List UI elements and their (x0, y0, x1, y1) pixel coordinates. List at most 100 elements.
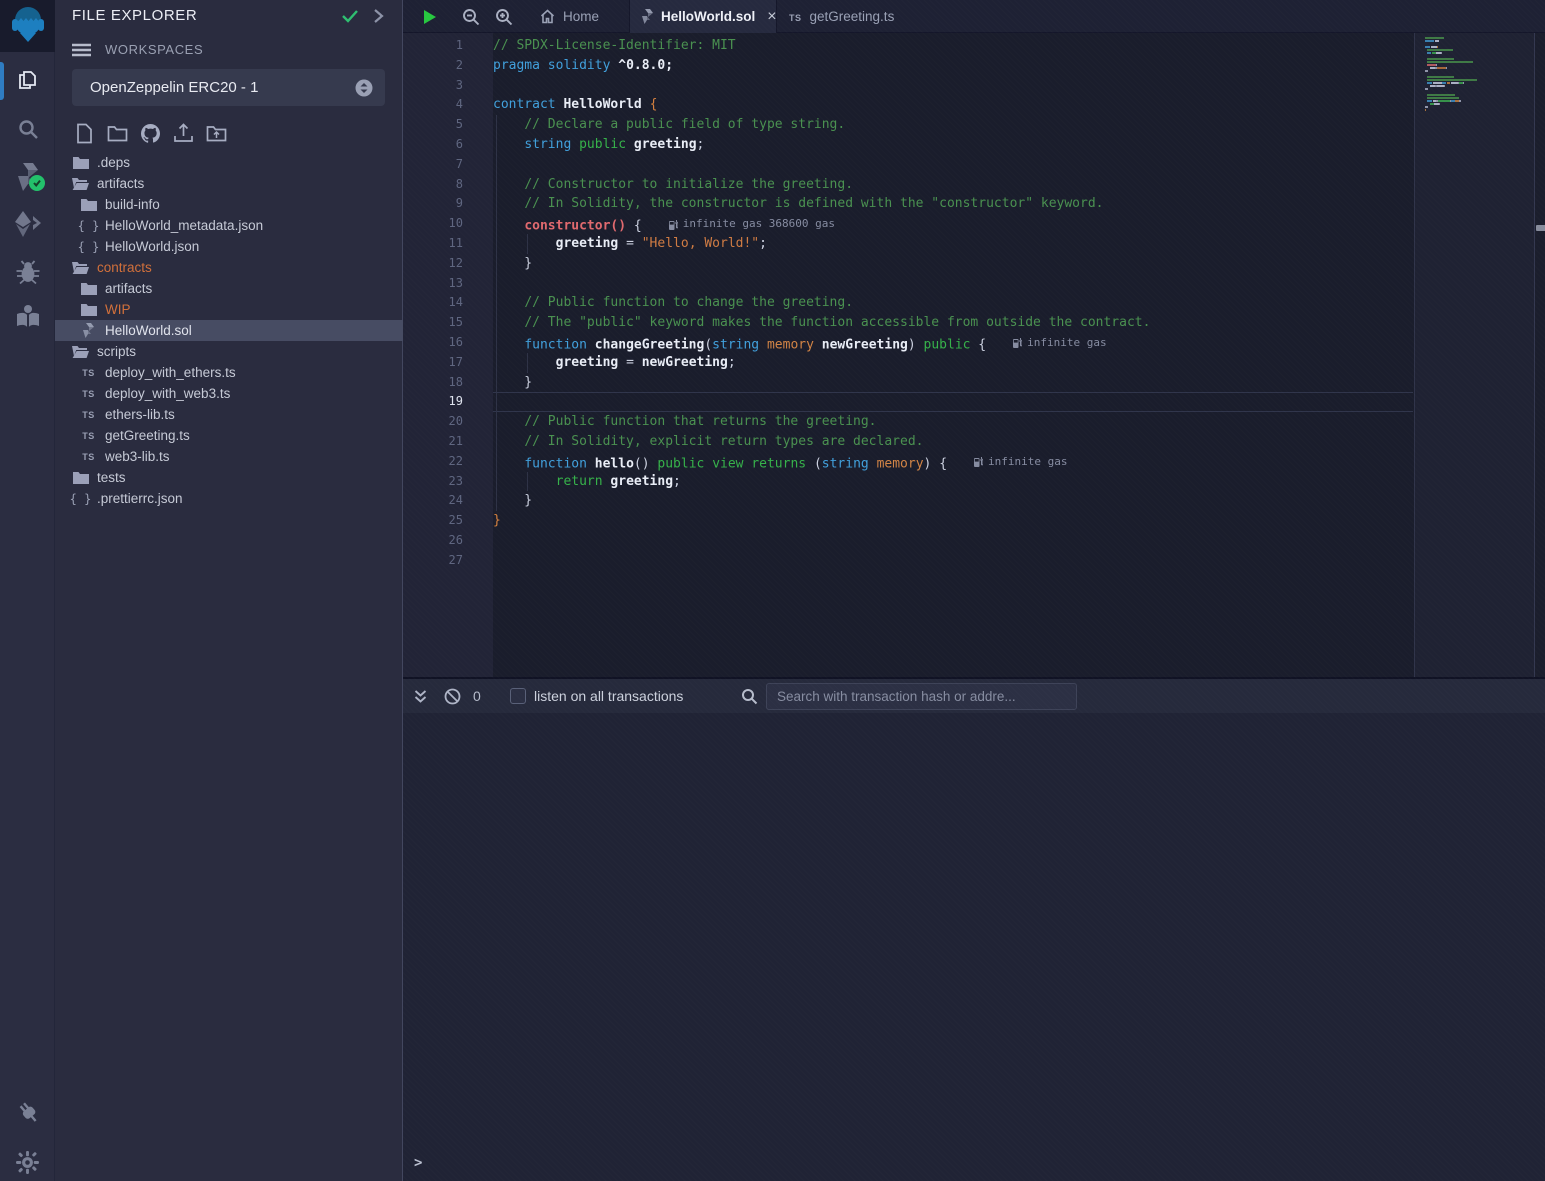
code-line-17: greeting = newGreeting; (493, 353, 1414, 373)
line-number: 19 (403, 392, 463, 412)
tree-item-deploy-with-web3-ts[interactable]: TSdeploy_with_web3.ts (55, 383, 403, 404)
panel-title: FILE EXPLORER (72, 7, 197, 24)
minimap-strip (1414, 33, 1545, 677)
deploy-and-run-icon[interactable] (0, 204, 55, 244)
minimap[interactable] (1425, 37, 1515, 118)
tree-item-artifacts[interactable]: artifacts (55, 278, 403, 299)
solidity-compiler-icon[interactable] (0, 157, 55, 197)
zoom-in-icon[interactable] (495, 0, 513, 33)
zoom-out-icon[interactable] (462, 0, 480, 33)
file-explorer-icon[interactable] (0, 60, 55, 100)
gas-estimate-widget[interactable]: infinite gas 368600 gas (668, 214, 835, 234)
sol-icon (80, 323, 97, 338)
code-line-9: // In Solidity, the constructor is defin… (493, 194, 1414, 214)
line-number: 18 (403, 373, 463, 393)
indent-guide (496, 432, 497, 452)
chevron-right-icon[interactable] (371, 8, 385, 24)
file-explorer-panel: FILE EXPLORER WORKSPACES OpenZeppelin ER… (55, 0, 403, 1181)
terminal-console[interactable]: > (403, 713, 1545, 1181)
tree-item-helloworld-sol[interactable]: HelloWorld.sol (55, 320, 403, 341)
compile-success-badge (29, 175, 45, 191)
tree-item-label: WIP (105, 302, 131, 317)
hamburger-menu-icon[interactable] (72, 43, 91, 57)
indent-guide (496, 214, 497, 234)
tab-helloworld-sol[interactable]: HelloWorld.sol× (629, 0, 777, 33)
folder-open-icon (72, 261, 89, 274)
tree-item-tests[interactable]: tests (55, 467, 403, 488)
line-number: 25 (403, 511, 463, 531)
remix-logo[interactable] (0, 0, 55, 52)
line-number: 16 (403, 333, 463, 353)
sort-circle-icon (355, 79, 373, 97)
code-region[interactable]: 1234567891011121314151617181920212223242… (403, 33, 1545, 677)
upload-file-icon[interactable] (171, 121, 195, 145)
tree-item-label: artifacts (97, 176, 144, 191)
tree-item--prettierrc-json[interactable]: { }.prettierrc.json (55, 488, 403, 509)
code-line-13 (493, 274, 1414, 294)
new-folder-icon[interactable] (105, 121, 129, 145)
tree-item-helloworld-json[interactable]: { }HelloWorld.json (55, 236, 403, 257)
debugger-icon[interactable] (0, 252, 55, 292)
tree-item-ethers-lib-ts[interactable]: TSethers-lib.ts (55, 404, 403, 425)
tree-item-scripts[interactable]: scripts (55, 341, 403, 362)
run-play-icon[interactable] (423, 0, 437, 33)
plugin-manager-icon[interactable] (0, 1093, 55, 1133)
tree-item-helloworld-metadata-json[interactable]: { }HelloWorld_metadata.json (55, 215, 403, 236)
tree-item-label: scripts (97, 344, 136, 359)
json-icon: { } (80, 219, 97, 233)
github-icon[interactable] (138, 121, 162, 145)
code-content[interactable]: // SPDX-License-Identifier: MITpragma so… (493, 33, 1414, 677)
indent-guide (527, 472, 528, 492)
scrollbar-thumb[interactable] (1536, 225, 1545, 231)
workspace-select[interactable]: OpenZeppelin ERC20 - 1 (72, 69, 385, 106)
code-line-11: greeting = "Hello, World!"; (493, 234, 1414, 254)
editor-scrollbar[interactable] (1534, 33, 1545, 677)
folder-icon (80, 198, 97, 211)
tree-item-label: artifacts (105, 281, 152, 296)
tree-item-label: getGreeting.ts (105, 428, 190, 443)
line-number: 6 (403, 135, 463, 155)
tree-item-label: HelloWorld.sol (105, 323, 192, 338)
tree-item-contracts[interactable]: contracts (55, 257, 403, 278)
line-number: 17 (403, 353, 463, 373)
home-icon (540, 9, 555, 24)
line-number: 15 (403, 313, 463, 333)
code-line-1: // SPDX-License-Identifier: MIT (493, 36, 1414, 56)
settings-gear-icon[interactable] (0, 1142, 55, 1181)
listen-transactions-checkbox[interactable] (510, 688, 526, 704)
tree-item-web3-lib-ts[interactable]: TSweb3-lib.ts (55, 446, 403, 467)
tree-item-deploy-with-ethers-ts[interactable]: TSdeploy_with_ethers.ts (55, 362, 403, 383)
tree-item-getgreeting-ts[interactable]: TSgetGreeting.ts (55, 425, 403, 446)
terminal-toolbar: 0 listen on all transactions (403, 679, 1545, 713)
transaction-search-input[interactable] (766, 683, 1077, 710)
tab-home[interactable]: Home (528, 0, 624, 33)
tab-close-icon[interactable]: × (767, 8, 776, 26)
upload-folder-icon[interactable] (204, 121, 228, 145)
editor-area: HomeHelloWorld.sol×TSgetGreeting.ts 1234… (403, 0, 1545, 677)
tab-getgreeting-ts[interactable]: TSgetGreeting.ts (777, 0, 909, 33)
tree-item-label: .deps (97, 155, 130, 170)
line-number: 8 (403, 175, 463, 195)
learn-book-icon[interactable] (0, 296, 55, 336)
tree-item-artifacts[interactable]: artifacts (55, 173, 403, 194)
folder-icon (80, 303, 97, 316)
line-number: 13 (403, 274, 463, 294)
indent-guide (496, 155, 497, 175)
code-line-21: // In Solidity, explicit return types ar… (493, 432, 1414, 452)
explorer-toolbar (72, 121, 228, 145)
tree-item--deps[interactable]: .deps (55, 152, 403, 173)
gas-estimate-widget[interactable]: infinite gas (1012, 333, 1106, 353)
ts-icon: TS (789, 9, 802, 24)
clear-console-icon[interactable] (444, 679, 461, 713)
tree-item-build-info[interactable]: build-info (55, 194, 403, 215)
editor-tab-bar: HomeHelloWorld.sol×TSgetGreeting.ts (403, 0, 1545, 33)
gas-estimate-widget[interactable]: infinite gas (973, 452, 1067, 472)
tree-item-wip[interactable]: WIP (55, 299, 403, 320)
search-icon[interactable] (0, 109, 55, 149)
collapse-double-chevron-icon[interactable] (413, 679, 428, 713)
new-file-icon[interactable] (72, 121, 96, 145)
code-line-5: // Declare a public field of type string… (493, 115, 1414, 135)
code-line-27 (493, 551, 1414, 571)
code-line-10: constructor() {infinite gas 368600 gas (493, 214, 1414, 234)
line-number: 12 (403, 254, 463, 274)
